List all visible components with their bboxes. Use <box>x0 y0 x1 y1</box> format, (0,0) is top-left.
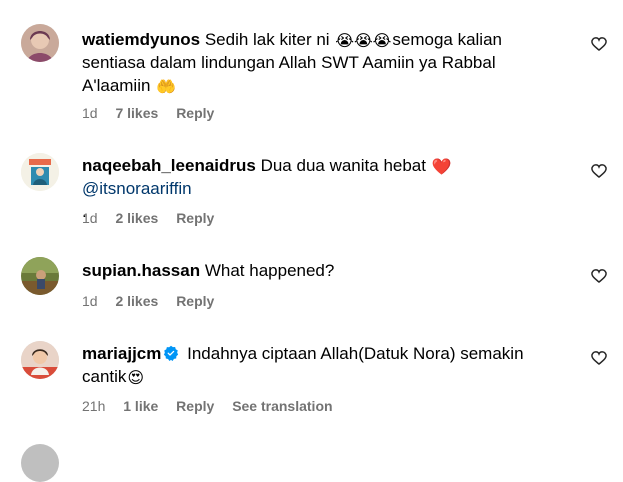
like-heart-icon[interactable] <box>590 35 608 53</box>
comment-body: What happened? <box>204 261 335 280</box>
comment-time: 1d <box>82 293 98 309</box>
comment-username[interactable]: naqeebah_leenaidrus <box>82 156 256 175</box>
comment-body: Sedih lak kiter ni <box>204 30 335 49</box>
comment-time: 21h <box>82 398 106 414</box>
verified-badge-icon <box>164 345 179 361</box>
comment-text: watiemdyunos Sedih lak kiter ni 😭😭😭semog… <box>82 28 562 97</box>
reply-button[interactable]: Reply <box>176 398 214 414</box>
likes-count[interactable]: 7 likes <box>115 105 158 121</box>
comment-time: 1d <box>82 105 98 121</box>
comment-meta: 1d 7 likes Reply <box>82 104 228 122</box>
likes-count[interactable]: 2 likes <box>115 293 158 309</box>
heart-eyes-emoji: 😍 <box>127 368 145 387</box>
reply-button[interactable]: Reply <box>176 105 214 121</box>
avatar[interactable] <box>21 341 59 379</box>
likes-count[interactable]: 1 like <box>123 398 158 414</box>
comment-text: supian.hassan What happened? <box>82 259 562 282</box>
avatar[interactable] <box>21 257 59 295</box>
comment-meta: 21h 1 like Reply See translation <box>82 397 347 415</box>
avatar[interactable] <box>21 24 59 62</box>
see-translation-button[interactable]: See translation <box>232 398 332 414</box>
comment-username[interactable]: watiemdyunos <box>82 30 200 49</box>
comment-text: mariajjcm Indahnya ciptaan Allah(Datuk N… <box>82 342 562 388</box>
comment-body: Dua dua wanita hebat <box>260 156 431 175</box>
like-heart-icon[interactable] <box>590 267 608 285</box>
reply-button[interactable]: Reply <box>176 293 214 309</box>
likes-count[interactable]: 2 likes <box>115 210 158 226</box>
comment-time: 1d <box>82 210 98 226</box>
mention-link[interactable]: @itsnoraariffin <box>82 179 192 198</box>
like-heart-icon[interactable] <box>590 162 608 180</box>
praying-hands-emoji: 🤲 <box>156 77 177 96</box>
reply-button[interactable]: Reply <box>176 210 214 226</box>
comment-meta: 1d 2 likes Reply <box>82 209 228 227</box>
comment-username[interactable]: mariajjcm <box>82 344 161 363</box>
like-heart-icon[interactable] <box>590 349 608 367</box>
avatar[interactable] <box>21 153 59 191</box>
crying-emoji: 😭😭😭 <box>335 31 392 50</box>
comment-meta: 1d 2 likes Reply <box>82 292 228 310</box>
comment-username[interactable]: supian.hassan <box>82 261 200 280</box>
red-heart-emoji: ❤️ <box>431 157 452 176</box>
